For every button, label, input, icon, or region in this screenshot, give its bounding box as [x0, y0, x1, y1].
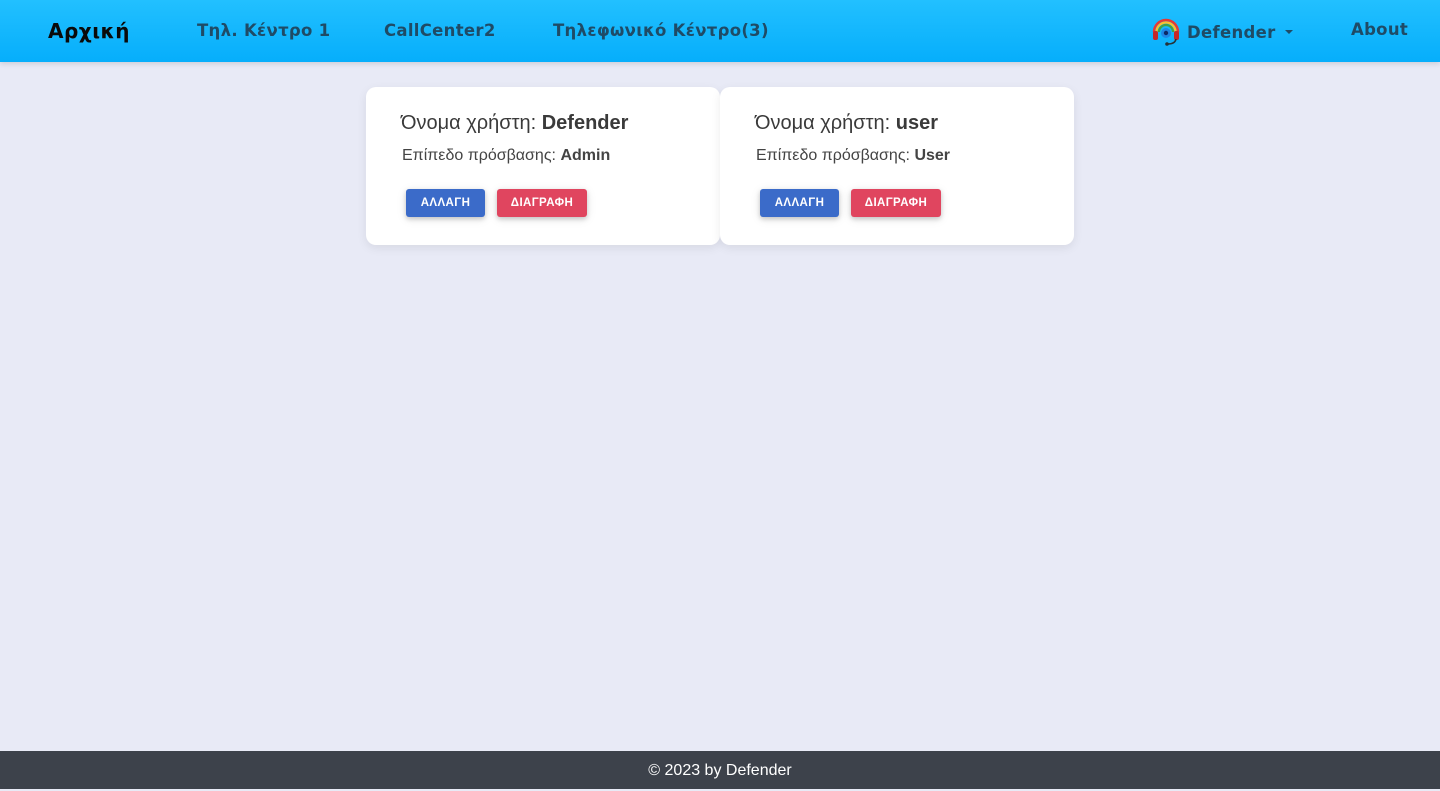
- access-level: Επίπεδο πρόσβασης: User: [756, 147, 950, 165]
- edit-user-button[interactable]: ΑΛΛΑΓΗ: [406, 189, 485, 217]
- username-label: Όνομα χρήστη:: [401, 112, 542, 134]
- user-card-title: Όνομα χρήστη: user: [755, 112, 938, 135]
- top-navbar: Αρχική Τηλ. Κέντρο 1 CallCenter2 Τηλεφων…: [0, 0, 1440, 62]
- access-level: Επίπεδο πρόσβασης: Admin: [402, 147, 610, 165]
- username-value: user: [895, 112, 938, 134]
- delete-user-button[interactable]: ΔΙΑΓΡΑΦΗ: [497, 189, 587, 217]
- access-level-label: Επίπεδο πρόσβασης:: [756, 147, 915, 164]
- edit-user-button[interactable]: ΑΛΛΑΓΗ: [760, 189, 839, 217]
- nav-link-callcenter-3[interactable]: Τηλεφωνικό Κέντρο(3): [553, 21, 769, 40]
- user-card: Όνομα χρήστη: Defender Επίπεδο πρόσβασης…: [366, 87, 720, 245]
- user-menu-name: Defender: [1187, 22, 1276, 42]
- nav-link-callcenter-1[interactable]: Τηλ. Κέντρο 1: [197, 21, 330, 40]
- page-footer: © 2023 by Defender: [0, 751, 1440, 789]
- access-level-value: Admin: [560, 147, 611, 164]
- user-card-title: Όνομα χρήστη: Defender: [401, 112, 628, 135]
- access-level-value: User: [914, 147, 951, 164]
- delete-user-button[interactable]: ΔΙΑΓΡΑΦΗ: [851, 189, 941, 217]
- user-card: Όνομα χρήστη: user Επίπεδο πρόσβασης: Us…: [720, 87, 1074, 245]
- user-dropdown-toggle[interactable]: Defender: [1151, 17, 1293, 47]
- home-link[interactable]: Αρχική: [48, 19, 130, 43]
- about-link[interactable]: About: [1351, 20, 1408, 39]
- chevron-down-icon: [1284, 30, 1293, 34]
- username-value: Defender: [541, 112, 629, 134]
- headset-avatar-icon: [1152, 18, 1180, 46]
- nav-link-callcenter-2[interactable]: CallCenter2: [384, 21, 496, 40]
- access-level-label: Επίπεδο πρόσβασης:: [402, 147, 561, 164]
- username-label: Όνομα χρήστη:: [755, 112, 896, 134]
- copyright-text: © 2023 by Defender: [648, 762, 792, 779]
